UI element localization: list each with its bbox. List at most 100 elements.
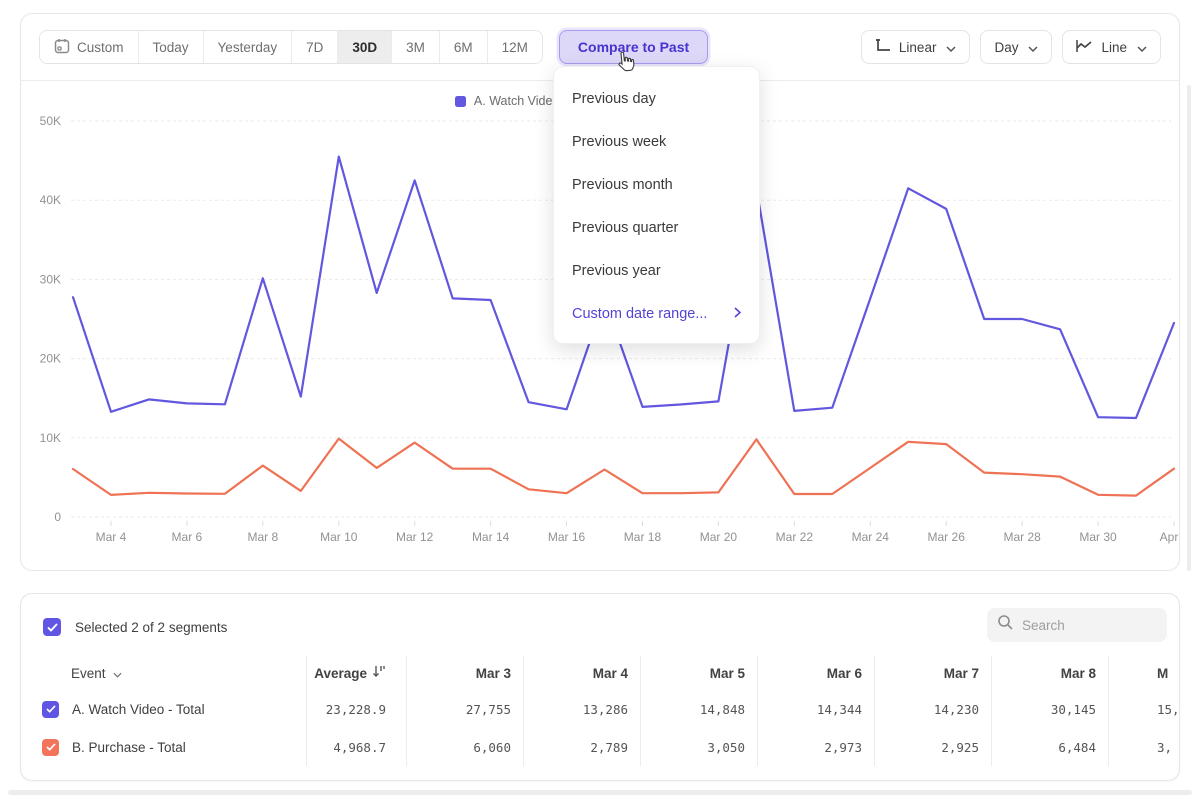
average-value: 4,968.7 xyxy=(306,728,406,766)
data-value-cell: 6,060 xyxy=(406,728,523,766)
date-column-header[interactable]: M xyxy=(1108,656,1180,690)
menu-item-custom-date-range[interactable]: Custom date range... xyxy=(554,292,759,335)
menu-item-previous-week[interactable]: Previous week xyxy=(554,120,759,163)
chevron-down-icon xyxy=(946,40,956,55)
date-column-header[interactable]: Mar 3 xyxy=(406,656,523,690)
svg-text:10K: 10K xyxy=(40,431,61,445)
segment-checkbox[interactable] xyxy=(42,701,59,718)
data-value-cell: 30,145 xyxy=(991,690,1108,728)
table-header-row: Event Average Mar 3Mar 4Mar 5Mar 6Mar 7Mar… xyxy=(21,656,1180,690)
segment-label: B. Purchase - Total xyxy=(72,740,186,755)
range-today-button[interactable]: Today xyxy=(139,31,204,63)
event-cell: A. Watch Video - Total xyxy=(21,701,306,718)
chevron-down-icon xyxy=(1028,40,1038,55)
range-7d-button[interactable]: 7D xyxy=(292,31,338,63)
svg-text:Mar 12: Mar 12 xyxy=(396,530,434,544)
data-value-cell: 2,789 xyxy=(523,728,640,766)
line-chart-icon xyxy=(1076,39,1093,56)
segments-panel: Selected 2 of 2 segments Event Average Mar… xyxy=(20,593,1180,781)
horizontal-scrollbar[interactable] xyxy=(8,790,1192,795)
custom-date-range-label: Custom date range... xyxy=(572,306,707,322)
data-value-cell: 14,848 xyxy=(640,690,757,728)
chart-type-label: Line xyxy=(1101,40,1127,55)
segments-table: Event Average Mar 3Mar 4Mar 5Mar 6Mar 7Mar… xyxy=(21,656,1180,766)
segment-checkbox[interactable] xyxy=(42,739,59,756)
chevron-right-icon xyxy=(734,306,741,322)
table-row: B. Purchase - Total 4,968.76,0602,7893,05… xyxy=(21,728,1180,766)
range-yesterday-button[interactable]: Yesterday xyxy=(204,31,293,63)
date-column-header[interactable]: Mar 7 xyxy=(874,656,991,690)
event-column-header[interactable]: Event xyxy=(21,666,306,681)
svg-text:Mar 22: Mar 22 xyxy=(776,530,814,544)
interval-label: Day xyxy=(994,40,1018,55)
date-range-group: Custom Today Yesterday 7D 30D 3M 6M 12M xyxy=(39,30,543,64)
axis-scale-icon xyxy=(875,38,891,56)
data-value-cell: 3,050 xyxy=(640,728,757,766)
menu-item-previous-quarter[interactable]: Previous quarter xyxy=(554,206,759,249)
range-custom-button[interactable]: Custom xyxy=(40,31,139,63)
legend-swatch xyxy=(455,96,466,107)
menu-item-previous-day[interactable]: Previous day xyxy=(554,77,759,120)
event-header-label: Event xyxy=(71,666,106,681)
range-label: 7D xyxy=(306,40,323,55)
range-label: Yesterday xyxy=(218,40,278,55)
vertical-scrollbar[interactable] xyxy=(1187,85,1191,571)
data-value-cell: 14,344 xyxy=(757,690,874,728)
date-column-header[interactable]: Mar 6 xyxy=(757,656,874,690)
svg-text:Mar 6: Mar 6 xyxy=(172,530,203,544)
data-value-cell: 14,230 xyxy=(874,690,991,728)
range-label: 30D xyxy=(352,40,377,55)
sort-descending-icon xyxy=(372,665,386,681)
range-label: 6M xyxy=(454,40,473,55)
menu-item-previous-month[interactable]: Previous month xyxy=(554,163,759,206)
data-value-cell: 27,755 xyxy=(406,690,523,728)
range-12m-button[interactable]: 12M xyxy=(488,31,542,63)
svg-text:0: 0 xyxy=(54,510,61,524)
range-3m-button[interactable]: 3M xyxy=(392,31,440,63)
table-row: A. Watch Video - Total 23,228.927,75513,2… xyxy=(21,690,1180,728)
average-value: 23,228.9 xyxy=(306,690,406,728)
average-header-label: Average xyxy=(314,666,367,681)
svg-text:Mar 10: Mar 10 xyxy=(320,530,358,544)
data-value-cell: 13,286 xyxy=(523,690,640,728)
interval-select[interactable]: Day xyxy=(980,30,1052,64)
svg-text:40K: 40K xyxy=(40,193,61,207)
scale-select[interactable]: Linear xyxy=(861,30,971,64)
search-input[interactable] xyxy=(1022,618,1152,633)
segment-label: A. Watch Video - Total xyxy=(72,702,205,717)
range-30d-button[interactable]: 30D xyxy=(338,31,392,63)
event-cell: B. Purchase - Total xyxy=(21,739,306,756)
svg-text:Mar 20: Mar 20 xyxy=(700,530,738,544)
selected-segments-label: Selected 2 of 2 segments xyxy=(75,620,227,635)
svg-text:20K: 20K xyxy=(40,352,61,366)
svg-text:Mar 16: Mar 16 xyxy=(548,530,586,544)
svg-text:Mar 28: Mar 28 xyxy=(1003,530,1041,544)
scale-label: Linear xyxy=(899,40,937,55)
menu-item-previous-year[interactable]: Previous year xyxy=(554,249,759,292)
date-column-header[interactable]: Mar 5 xyxy=(640,656,757,690)
hand-cursor-icon xyxy=(612,49,639,77)
select-all-checkbox[interactable] xyxy=(43,618,61,636)
range-label: Today xyxy=(153,40,189,55)
svg-text:Mar 4: Mar 4 xyxy=(96,530,127,544)
chart-type-select[interactable]: Line xyxy=(1062,30,1161,64)
range-label: Custom xyxy=(77,40,124,55)
compare-menu: Previous dayPrevious weekPrevious monthP… xyxy=(553,66,760,344)
svg-text:Mar 26: Mar 26 xyxy=(928,530,966,544)
average-column-header[interactable]: Average xyxy=(306,656,406,690)
search-icon xyxy=(997,614,1014,636)
data-value-cell: 2,973 xyxy=(757,728,874,766)
data-value-cell: 15, xyxy=(1108,690,1180,728)
date-column-header[interactable]: Mar 4 xyxy=(523,656,640,690)
date-column-header[interactable]: Mar 8 xyxy=(991,656,1108,690)
svg-text:Mar 30: Mar 30 xyxy=(1079,530,1117,544)
chevron-down-icon xyxy=(113,666,122,681)
svg-text:50K: 50K xyxy=(40,114,61,128)
range-label: 12M xyxy=(502,40,528,55)
data-value-cell: 2,925 xyxy=(874,728,991,766)
svg-text:Mar 8: Mar 8 xyxy=(247,530,278,544)
range-6m-button[interactable]: 6M xyxy=(440,31,488,63)
svg-text:Mar 18: Mar 18 xyxy=(624,530,662,544)
svg-text:30K: 30K xyxy=(40,272,61,286)
search-box[interactable] xyxy=(987,608,1167,642)
